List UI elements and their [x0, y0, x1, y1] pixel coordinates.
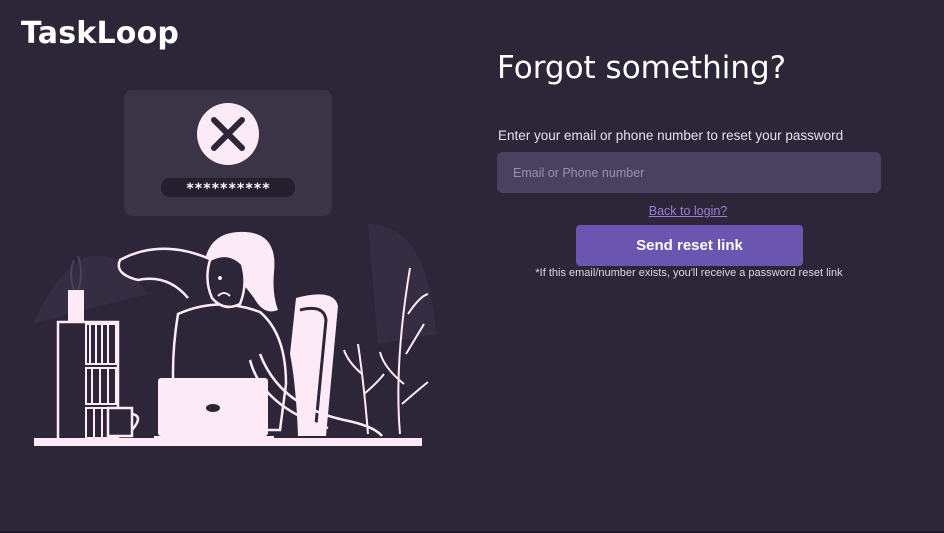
send-reset-link-button[interactable]: Send reset link [576, 225, 803, 266]
masked-password: ********** [186, 181, 270, 197]
email-or-phone-input[interactable] [497, 152, 881, 193]
brand-logo: TaskLoop [21, 16, 180, 51]
reset-instructions: Enter your email or phone number to rese… [498, 128, 844, 143]
vase [68, 290, 84, 322]
back-to-login-link[interactable]: Back to login? [649, 204, 728, 218]
page-title: Forgot something? [497, 50, 787, 86]
desk [34, 438, 422, 446]
reset-note: *If this email/number exists, you'll rec… [535, 267, 843, 279]
mug [106, 406, 134, 438]
